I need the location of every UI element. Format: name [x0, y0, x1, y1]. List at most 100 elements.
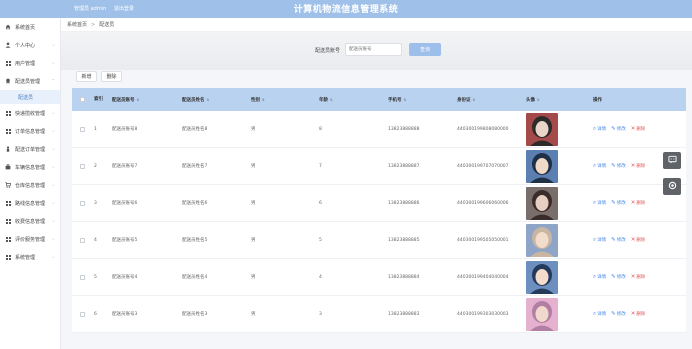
search-icon: ⌕ — [593, 162, 597, 169]
row-checkbox[interactable] — [80, 296, 85, 332]
sidebar-item-label: 配送订单管理 — [15, 146, 46, 153]
sort-icon[interactable]: ⇅ — [537, 98, 540, 102]
grid-icon — [5, 60, 11, 66]
table-row: 4 配送员账号5 配送员姓名5 男 5 13823888885 44030019… — [72, 222, 686, 259]
table-row: 6 配送员账号3 配送员姓名3 男 3 13823888883 44030019… — [72, 296, 686, 333]
close-icon: ✕ — [630, 274, 636, 280]
row-id-card: 440300199303030003 — [457, 311, 509, 317]
sidebar-item-profile[interactable]: 个人中心 ⌵ — [0, 36, 60, 54]
sidebar-item-routes[interactable]: 路线信息管理 ⌵ — [0, 194, 60, 212]
sidebar-item-orders[interactable]: 订单信息管理 ⌵ — [0, 122, 60, 140]
sort-icon[interactable]: ⇅ — [330, 98, 333, 102]
table-row: 1 配送员账号8 配送员姓名8 男 8 13823888888 44030019… — [72, 111, 686, 148]
column-header-phone[interactable]: 手机号 ⇅ — [388, 88, 406, 111]
sidebar-item-warehouse[interactable]: 仓库信息管理 ⌵ — [0, 176, 60, 194]
sidebar-item-delivery-orders[interactable]: 配送订单管理 ⌵ — [0, 140, 60, 158]
sidebar-item-home[interactable]: 系统首页 — [0, 18, 60, 36]
top-header: 管理员 admin 退出登录 计算机物流信息管理系统 — [0, 0, 692, 18]
detail-button[interactable]: ⌕ 详情 — [593, 237, 606, 244]
search-input[interactable] — [345, 43, 402, 56]
sidebar-item-vehicles[interactable]: 车辆信息管理 ⌵ — [0, 158, 60, 176]
detail-button[interactable]: ⌕ 详情 — [593, 311, 606, 318]
column-header-age[interactable]: 年龄 ⇅ — [319, 88, 333, 111]
row-gender: 男 — [251, 312, 256, 317]
row-checkbox[interactable] — [80, 185, 85, 221]
sort-icon[interactable]: ⇅ — [404, 98, 407, 102]
delete-row-button[interactable]: ✕ 删除 — [631, 311, 646, 317]
select-all-checkbox[interactable] — [80, 88, 85, 111]
row-age: 3 — [319, 311, 322, 317]
sort-icon[interactable]: ⇅ — [262, 98, 265, 102]
delete-button[interactable]: 删除 — [101, 71, 122, 82]
chevron-down-icon: ⌵ — [51, 146, 55, 151]
delete-row-button[interactable]: ✕ 删除 — [631, 200, 646, 206]
delete-row-button[interactable]: ✕ 删除 — [631, 163, 646, 169]
add-button[interactable]: 新增 — [76, 71, 97, 82]
avatar-image — [526, 260, 558, 294]
row-phone: 13823888883 — [388, 311, 420, 317]
column-header-gender[interactable]: 性别 ⇅ — [251, 88, 265, 111]
column-header-id-card[interactable]: 身份证 ⇅ — [457, 88, 475, 111]
row-checkbox[interactable] — [80, 111, 85, 147]
breadcrumb-separator: > — [91, 21, 96, 28]
close-icon: ✕ — [630, 237, 636, 243]
row-account: 配送员账号6 — [112, 201, 138, 206]
support-float-button[interactable] — [663, 178, 681, 195]
column-header-name[interactable]: 配送员姓名 ⇅ — [182, 88, 209, 111]
detail-button[interactable]: ⌕ 详情 — [593, 126, 606, 133]
chevron-down-icon: ⌵ — [51, 182, 55, 187]
column-header-label: 配送员账号 — [112, 97, 135, 103]
sidebar-item-charges[interactable]: 收费信息管理 ⌵ — [0, 212, 60, 230]
sidebar-item-pickup[interactable]: 快递揽收管理 ⌵ — [0, 104, 60, 122]
row-checkbox[interactable] — [80, 259, 85, 295]
row-index: 4 — [94, 237, 97, 243]
chevron-down-icon: ⌵ — [51, 110, 55, 115]
sidebar-item-label: 路线信息管理 — [15, 200, 46, 207]
table-row: 2 配送员账号7 配送员姓名7 男 7 13823888887 44030019… — [72, 148, 686, 185]
row-id-card: 440300199808080000 — [457, 126, 509, 132]
delete-row-button[interactable]: ✕ 删除 — [631, 126, 646, 132]
sort-icon[interactable]: ⇅ — [473, 98, 476, 102]
sidebar-item-courier-management[interactable]: 配送员管理 ⌃ — [0, 72, 60, 90]
sidebar-subitem-courier[interactable]: 配送员 — [0, 90, 60, 104]
sidebar-subitem-label: 配送员 — [18, 94, 34, 101]
edit-label: 修改 — [616, 127, 626, 132]
sort-icon[interactable]: ⇅ — [137, 98, 140, 102]
edit-button[interactable]: ✎ 修改 — [611, 237, 626, 243]
search-icon: ⌕ — [593, 199, 597, 206]
chat-float-button[interactable] — [663, 152, 681, 169]
row-actions: ⌕ 详情 ✎ 修改 ✕ 删除 — [593, 148, 650, 184]
detail-label: 详情 — [597, 238, 607, 243]
delete-row-button[interactable]: ✕ 删除 — [631, 237, 646, 243]
delete-label: 删除 — [636, 238, 646, 243]
edit-button[interactable]: ✎ 修改 — [611, 163, 626, 169]
sidebar-item-users[interactable]: 用户管理 ⌵ — [0, 54, 60, 72]
column-header-label: 头像 — [526, 97, 535, 103]
detail-button[interactable]: ⌕ 详情 — [593, 274, 606, 281]
breadcrumb-home[interactable]: 系统首页 — [67, 21, 87, 28]
row-checkbox[interactable] — [80, 222, 85, 258]
row-phone: 13823888888 — [388, 126, 420, 132]
detail-label: 详情 — [597, 275, 607, 280]
detail-button[interactable]: ⌕ 详情 — [593, 163, 606, 170]
row-phone: 13823888885 — [388, 237, 420, 243]
sort-icon[interactable]: ⇅ — [207, 98, 210, 102]
delete-label: 删除 — [636, 312, 646, 317]
row-checkbox[interactable] — [80, 148, 85, 184]
edit-button[interactable]: ✎ 修改 — [611, 126, 626, 132]
chevron-up-icon: ⌃ — [51, 78, 55, 83]
edit-button[interactable]: ✎ 修改 — [611, 311, 626, 317]
table-body: 1 配送员账号8 配送员姓名8 男 8 13823888888 44030019… — [72, 111, 686, 333]
edit-button[interactable]: ✎ 修改 — [611, 274, 626, 280]
search-button[interactable]: 查询 — [409, 43, 441, 56]
sidebar-item-reviews[interactable]: 评价服务管理 ⌵ — [0, 230, 60, 248]
delete-label: 删除 — [636, 201, 646, 206]
row-id-card: 440300199404040004 — [457, 274, 509, 280]
medal-icon — [5, 78, 11, 84]
column-header-account[interactable]: 配送员账号 ⇅ — [112, 88, 139, 111]
search-icon: ⌕ — [593, 310, 597, 317]
detail-button[interactable]: ⌕ 详情 — [593, 200, 606, 207]
edit-button[interactable]: ✎ 修改 — [611, 200, 626, 206]
delete-row-button[interactable]: ✕ 删除 — [631, 274, 646, 280]
sidebar-item-system[interactable]: 系统管理 ⌵ — [0, 248, 60, 266]
